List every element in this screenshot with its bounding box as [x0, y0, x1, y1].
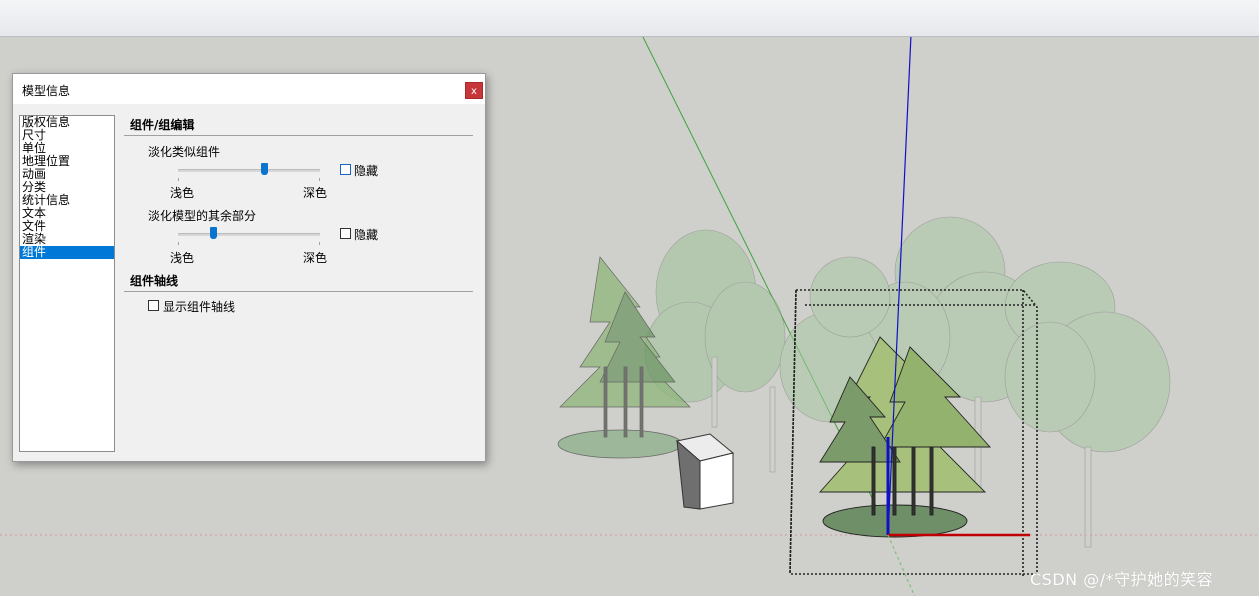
- fade-rest-label: 淡化模型的其余部分: [148, 209, 257, 223]
- category-list[interactable]: 版权信息 尺寸 单位 地理位置 动画 分类 统计信息 文本 文件 渲染 组件: [19, 115, 115, 452]
- hide-similar-checkbox[interactable]: [340, 164, 351, 175]
- toolbar: [0, 0, 1259, 37]
- model-info-dialog: 模型信息 x 版权信息 尺寸 单位 地理位置 动画 分类 统计信息 文本 文件 …: [12, 73, 486, 462]
- hide-rest-checkbox[interactable]: [340, 228, 351, 239]
- slider-tick: [178, 178, 179, 181]
- hide-similar-label: 隐藏: [354, 164, 379, 178]
- fade-rest-min-label: 浅色: [170, 251, 195, 265]
- fade-similar-min-label: 浅色: [170, 186, 195, 200]
- slider-tick: [178, 242, 179, 245]
- green-axis-dashed: [887, 534, 916, 596]
- fade-rest-max-label: 深色: [303, 251, 328, 265]
- box-component: [675, 433, 735, 510]
- slider-thumb[interactable]: [210, 227, 217, 239]
- category-item-components[interactable]: 组件: [20, 246, 114, 259]
- show-axes-label: 显示组件轴线: [163, 300, 236, 314]
- dialog-title: 模型信息: [22, 84, 71, 98]
- fade-similar-label: 淡化类似组件: [148, 145, 221, 159]
- slider-track: [178, 233, 320, 236]
- slider-tick: [319, 242, 320, 245]
- slider-tick: [319, 178, 320, 181]
- section-title-edit: 组件/组编辑: [130, 118, 195, 132]
- watermark: CSDN @/*守护她的笑容: [1030, 570, 1214, 589]
- fade-similar-slider[interactable]: [178, 163, 320, 181]
- slider-track: [178, 169, 320, 172]
- fade-rest-slider[interactable]: [178, 227, 320, 245]
- fade-similar-max-label: 深色: [303, 186, 328, 200]
- hide-rest-label: 隐藏: [354, 228, 379, 242]
- show-axes-checkbox[interactable]: [148, 300, 159, 311]
- dialog-titlebar[interactable]: 模型信息 x: [13, 74, 485, 104]
- close-button[interactable]: x: [465, 82, 483, 99]
- section-divider: [124, 135, 473, 136]
- slider-thumb[interactable]: [261, 163, 268, 175]
- section-title-axes: 组件轴线: [130, 274, 179, 288]
- section-divider: [124, 291, 473, 292]
